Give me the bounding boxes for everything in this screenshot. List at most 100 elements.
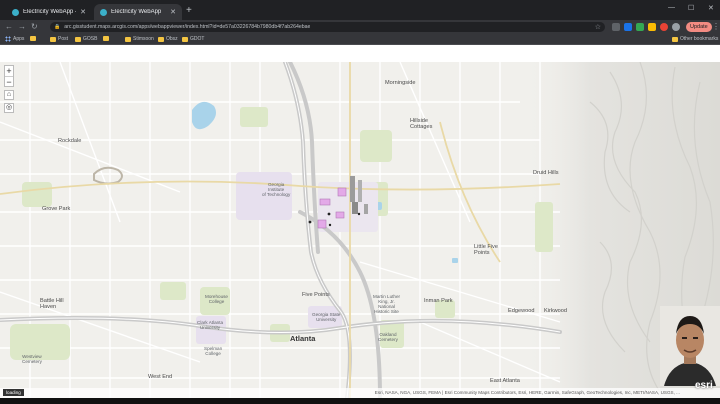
bookmark-folder[interactable]: GDOT xyxy=(182,36,204,42)
label-oakland: Oakland Cemetery xyxy=(378,332,398,342)
zoom-in-button[interactable]: + xyxy=(5,66,13,76)
label-spelman: Spelman College xyxy=(204,346,223,356)
url-text[interactable]: arc.gisstudent.maps.arcgis.com/apps/weba… xyxy=(64,24,310,30)
label-druid-hills: Druid Hills xyxy=(533,170,559,176)
extension-icon[interactable] xyxy=(648,23,656,31)
webapp-favicon-icon xyxy=(100,8,107,16)
label-grove-park: Grove Park xyxy=(42,206,71,212)
extension-icon[interactable] xyxy=(612,23,620,31)
extension-icon[interactable] xyxy=(636,23,644,31)
close-window-icon[interactable]: ✕ xyxy=(708,4,714,12)
bookmark-label: GDOT xyxy=(190,36,205,42)
label-clark-atlanta: Clark Atlanta University xyxy=(197,320,224,330)
label-rockdale: Rockdale xyxy=(58,138,82,144)
lock-icon: 🔒 xyxy=(54,24,61,30)
extension-icon[interactable] xyxy=(624,23,632,31)
feature-building xyxy=(358,180,362,202)
feature-polygon xyxy=(319,198,331,206)
tab-label: Electricity WebApp - ArcGIS W... xyxy=(23,9,76,15)
bookmark-label: GOSB xyxy=(83,36,98,42)
label-morningside: Morningside xyxy=(385,80,416,86)
bookmark-apps[interactable]: Apps xyxy=(5,36,24,42)
folder-icon xyxy=(103,36,109,41)
address-bar[interactable]: 🔒 arc.gisstudent.maps.arcgis.com/apps/we… xyxy=(50,22,605,32)
close-icon[interactable]: ✕ xyxy=(170,8,176,16)
bookmark-star-icon[interactable]: ☆ xyxy=(595,23,601,31)
zoom-out-button[interactable]: − xyxy=(5,76,13,87)
bookmark-folder[interactable] xyxy=(103,36,111,41)
close-icon[interactable]: ✕ xyxy=(80,8,86,16)
label-georgia-state: Georgia State University xyxy=(312,312,341,322)
webapp-header xyxy=(0,45,720,62)
esri-logo: esri xyxy=(695,380,713,391)
other-bookmarks[interactable]: Other bookmarks xyxy=(672,36,718,42)
bookmark-folder[interactable] xyxy=(30,36,38,41)
label-five-points: Five Points xyxy=(302,292,330,298)
extension-icon[interactable] xyxy=(660,23,668,31)
feature-point xyxy=(308,220,312,224)
feature-polygon xyxy=(335,211,345,219)
bookmark-label: Post xyxy=(58,36,69,42)
feature-building xyxy=(350,176,355,202)
reload-icon[interactable]: ↻ xyxy=(31,22,38,32)
home-button[interactable]: ⌂ xyxy=(4,90,14,100)
presenter-video-icon xyxy=(660,306,720,386)
attribution-text: Esri, NASA, NGA, USGS, FEMA | Esri Commu… xyxy=(374,390,680,395)
bookmark-folder[interactable]: Post xyxy=(50,36,68,42)
folder-icon xyxy=(158,36,164,42)
os-taskbar xyxy=(0,398,720,404)
back-icon[interactable]: ← xyxy=(5,22,13,32)
bookmark-folder[interactable]: Stimsoon xyxy=(125,36,154,42)
label-hillside-cottages: Hillside Cottages xyxy=(410,118,433,130)
feature-point xyxy=(328,223,332,227)
label-inman-park: Inman Park xyxy=(424,298,453,304)
bookmark-label: Stimsoon xyxy=(133,36,154,42)
bookmark-label: Apps xyxy=(13,36,25,42)
label-edgewood: Edgewood xyxy=(508,308,535,314)
tab-label: Electricity WebApp xyxy=(111,9,162,15)
bookmark-folder[interactable]: Obsz xyxy=(158,36,178,42)
tab-electricity-arcgis[interactable]: Electricity WebApp - ArcGIS W... ✕ xyxy=(6,4,92,20)
maximize-icon[interactable]: ☐ xyxy=(688,4,694,12)
feature-point xyxy=(357,212,361,216)
bookmark-label: Obsz xyxy=(166,36,178,42)
folder-icon xyxy=(50,36,56,42)
label-atlanta: Atlanta xyxy=(290,334,316,343)
feature-polygon xyxy=(317,219,327,229)
label-morehouse: Morehouse College xyxy=(205,294,228,304)
profile-avatar-icon[interactable] xyxy=(672,23,680,31)
label-westview: Westview Cemetery xyxy=(22,354,42,364)
locate-button[interactable]: ◎ xyxy=(4,103,14,113)
update-button[interactable]: Update xyxy=(686,22,712,32)
forward-icon[interactable]: → xyxy=(18,22,26,32)
zoom-control: + − xyxy=(4,65,14,87)
label-georgia-tech: Georgia Institute of Technology xyxy=(262,182,291,197)
label-battle-hill: Battle Hill Haven xyxy=(40,298,64,310)
folder-icon xyxy=(182,36,188,42)
bookmark-folder[interactable]: GOSB xyxy=(75,36,97,42)
label-mlk-site: Martin Luther King, Jr. National Histori… xyxy=(373,294,401,314)
bookmarks-bar: Apps Post GOSB Stimsoon Obsz GDOT Other … xyxy=(0,34,720,45)
racetrack xyxy=(93,166,123,185)
feature-polygon xyxy=(337,187,347,197)
label-little-five-points: Little Five Points xyxy=(474,244,498,256)
apps-grid-icon xyxy=(5,36,11,42)
minimize-icon[interactable]: — xyxy=(668,4,675,11)
tab-bar: Electricity WebApp - ArcGIS W... ✕ Elect… xyxy=(0,0,720,20)
attribution-bar: loading Esri, NASA, NGA, USGS, FEMA | Es… xyxy=(0,388,720,398)
webcam-overlay xyxy=(660,306,720,386)
feature-building xyxy=(364,204,368,214)
feature-point xyxy=(327,212,331,216)
browser-toolbar: ← → ↻ 🔒 arc.gisstudent.maps.arcgis.com/a… xyxy=(0,20,720,34)
feature-building xyxy=(352,202,358,214)
arcgis-favicon-icon xyxy=(12,8,19,16)
new-tab-button[interactable]: + xyxy=(186,6,192,16)
folder-icon xyxy=(30,36,36,41)
map-view[interactable]: Morningside Hillside Cottages Druid Hill… xyxy=(0,62,720,398)
label-west-end: West End xyxy=(148,374,173,380)
tab-electricity-webapp[interactable]: Electricity WebApp ✕ xyxy=(94,4,182,20)
locate-icon: ◎ xyxy=(5,104,13,111)
label-east-atlanta: East Atlanta xyxy=(490,378,520,384)
browser-window: Electricity WebApp - ArcGIS W... ✕ Elect… xyxy=(0,0,720,404)
menu-kebab-icon[interactable]: ⋮ xyxy=(712,22,720,31)
